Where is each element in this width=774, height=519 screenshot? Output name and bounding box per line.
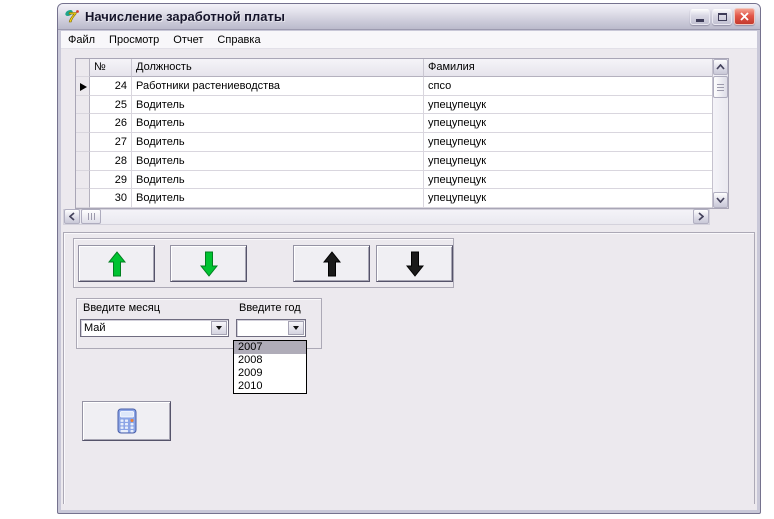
black-arrow-up-icon [322,250,341,276]
row-indicator [76,95,90,115]
table-row[interactable]: 25 Водитель упецупецук [76,95,712,115]
cell-surname[interactable]: упецупецук [424,133,712,152]
calculate-button[interactable] [82,401,171,441]
close-button[interactable] [734,8,755,25]
cell-surname[interactable]: упецупецук [424,170,712,190]
cell-num[interactable]: 26 [90,114,132,134]
year-option-2008[interactable]: 2008 [234,354,306,367]
cell-surname[interactable]: упецупецук [424,95,712,115]
app-window: 7 Начисление заработной платы Файл Просм… [57,3,761,514]
table-row[interactable]: 28 Водитель упецупецук [76,151,712,171]
cell-num[interactable]: 28 [90,151,132,171]
cell-num[interactable]: 30 [90,189,132,209]
row-indicator [76,170,90,190]
year-combobox[interactable] [236,319,306,337]
year-dropdown-button[interactable] [288,321,304,335]
status-strip [61,504,757,510]
client-area: Файл Просмотр Отчет Справка № Должность … [61,31,757,510]
grid-header-row: № Должность Фамилия [76,59,712,77]
cell-position[interactable]: Работники растениеводства [132,76,424,96]
menu-report[interactable]: Отчет [166,32,210,48]
year-label: Введите год [239,302,301,314]
cell-position[interactable]: Водитель [132,151,424,171]
green-arrow-up-icon [107,250,126,276]
row-indicator [76,189,90,209]
year-option-2007[interactable]: 2007 [234,341,306,354]
scroll-right-button[interactable] [693,209,709,224]
vertical-scrollbar[interactable] [712,59,728,208]
horizontal-scroll-thumb[interactable] [81,209,101,224]
menu-file[interactable]: Файл [61,32,102,48]
cell-position[interactable]: Водитель [132,133,424,152]
chevron-left-icon [69,212,75,221]
menubar: Файл Просмотр Отчет Справка [61,31,757,49]
minimize-button[interactable] [690,8,710,25]
nav-prev-button[interactable] [293,245,370,282]
thumb-grip [87,213,95,220]
window-title: Начисление заработной платы [85,9,285,24]
table-row[interactable]: 27 Водитель упецупецук [76,133,712,152]
delphi-app-icon: 7 [65,9,79,25]
menu-view[interactable]: Просмотр [102,32,166,48]
month-value: Май [84,322,106,334]
row-marker-icon [79,83,87,92]
maximize-icon [717,12,727,21]
thumb-grip [717,83,724,91]
close-icon [740,12,749,21]
grid-header-surname: Фамилия [424,59,712,77]
table-row[interactable]: 24 Работники растениеводства спсо [76,76,712,96]
cell-num[interactable]: 29 [90,170,132,190]
cell-surname[interactable]: упецупецук [424,151,712,171]
cell-surname[interactable]: спсо [424,76,712,96]
dropdown-arrow-icon [216,326,222,330]
vertical-scroll-thumb[interactable] [713,76,728,98]
cell-position[interactable]: Водитель [132,114,424,134]
row-indicator [76,114,90,134]
year-option-2009[interactable]: 2009 [234,367,306,380]
cell-position[interactable]: Водитель [132,189,424,209]
cell-num[interactable]: 25 [90,95,132,115]
black-arrow-down-icon [405,251,424,277]
active-row-indicator [76,76,90,96]
maximize-button[interactable] [712,8,732,25]
payroll-grid: № Должность Фамилия 24 Работники растени… [75,58,729,209]
row-indicator [76,133,90,152]
chevron-down-icon [716,197,725,203]
menu-help[interactable]: Справка [210,32,267,48]
year-option-2010[interactable]: 2010 [234,380,306,393]
titlebar[interactable]: 7 Начисление заработной платы [58,4,760,30]
chevron-up-icon [716,64,725,70]
year-dropdown-list: 2007 2008 2009 2010 [233,340,307,394]
minimize-icon [696,18,704,22]
nav-next-button[interactable] [376,245,453,282]
grid-header-position: Должность [132,59,424,77]
table-row[interactable]: 30 Водитель упецупецук [76,189,712,209]
svg-text:7: 7 [68,9,77,25]
month-dropdown-button[interactable] [211,321,227,335]
cell-surname[interactable]: упецупецук [424,189,712,209]
cell-position[interactable]: Водитель [132,170,424,190]
dropdown-arrow-icon [293,326,299,330]
cell-surname[interactable]: упецупецук [424,114,712,134]
cell-num[interactable]: 27 [90,133,132,152]
scroll-down-button[interactable] [713,192,728,208]
grid-body: № Должность Фамилия 24 Работники растени… [76,59,712,209]
row-indicator [76,151,90,171]
table-row[interactable]: 29 Водитель упецупецук [76,170,712,190]
month-combobox[interactable]: Май [80,319,229,337]
cell-position[interactable]: Водитель [132,95,424,115]
green-arrow-down-icon [199,251,218,277]
grid-header-num: № [90,59,132,77]
nav-last-button[interactable] [170,245,247,282]
chevron-right-icon [698,212,704,221]
scroll-up-button[interactable] [713,59,728,75]
horizontal-scrollbar[interactable] [63,209,710,225]
nav-first-button[interactable] [78,245,155,282]
calculator-icon [117,408,136,433]
cell-num[interactable]: 24 [90,76,132,96]
month-label: Введите месяц [83,302,161,314]
scroll-left-button[interactable] [64,209,80,224]
table-row[interactable]: 26 Водитель упецупецук [76,114,712,134]
grid-header-indicator [76,59,90,77]
